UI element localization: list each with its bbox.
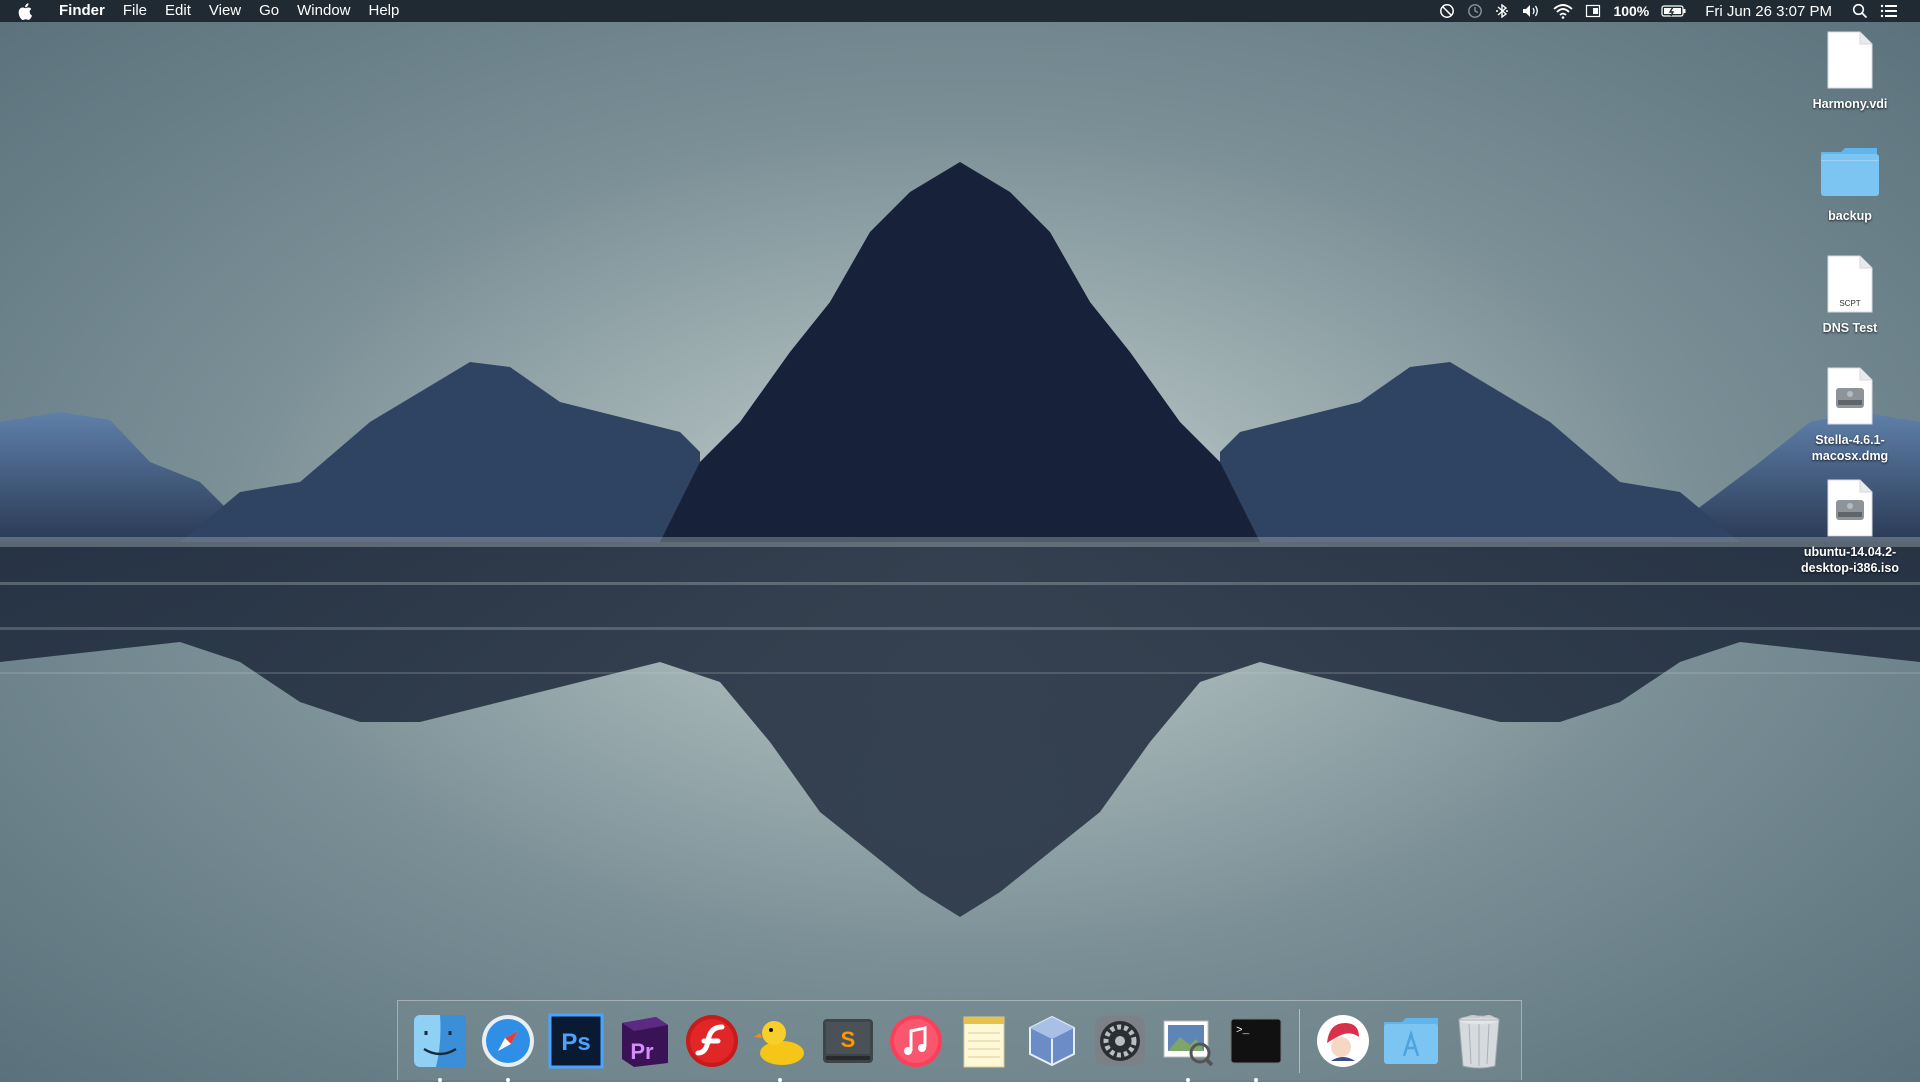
scpt-badge: SCPT xyxy=(1839,299,1860,308)
trash-icon xyxy=(1458,1014,1500,1068)
volume-icon[interactable] xyxy=(1521,3,1541,19)
svg-text:Pr: Pr xyxy=(630,1039,654,1064)
desktop-item-label: ubuntu-14.04.2-desktop-i386.iso xyxy=(1801,545,1899,575)
disk-image-icon xyxy=(1818,364,1882,428)
dock-preview[interactable] xyxy=(1158,1010,1219,1082)
menu-window[interactable]: Window xyxy=(288,0,359,22)
menu-bar: Finder File Edit View Go Window Help 100… xyxy=(0,0,1920,22)
desktop-item-label: DNS Test xyxy=(1822,321,1878,335)
virtualbox-icon xyxy=(1029,1015,1075,1066)
menu-help[interactable]: Help xyxy=(360,0,409,22)
safari-icon xyxy=(482,1014,534,1067)
itunes-icon xyxy=(890,1014,942,1067)
gear-icon xyxy=(1095,1015,1145,1066)
duck-icon xyxy=(754,1020,804,1065)
menu-clock[interactable]: Fri Jun 26 3:07 PM xyxy=(1705,3,1832,20)
svg-text:S: S xyxy=(841,1027,856,1052)
desktop-item-label: backup xyxy=(1828,209,1872,223)
flash-icon xyxy=(686,1014,738,1067)
disk-image-icon xyxy=(1818,476,1882,540)
wifi-icon[interactable] xyxy=(1553,3,1574,19)
desktop-wallpaper xyxy=(0,22,1920,1080)
dock-finder[interactable] xyxy=(410,1010,471,1082)
premiere-icon: Pr xyxy=(622,1016,668,1067)
script-document-icon: SCPT xyxy=(1818,252,1882,316)
photoshop-icon: Ps xyxy=(548,1013,604,1068)
finder-icon xyxy=(414,1014,466,1067)
notes-icon xyxy=(963,1016,1005,1067)
dock-safari[interactable] xyxy=(478,1010,539,1082)
spotlight-search-icon[interactable] xyxy=(1852,3,1868,19)
menu-view[interactable]: View xyxy=(200,0,250,22)
dock-separator xyxy=(1299,1008,1300,1073)
desktop-icons: Harmony.vdi backup SCPT DNS Test Stella-… xyxy=(1790,28,1910,588)
document-icon xyxy=(1818,28,1882,92)
dock: Ps Pr S >_ xyxy=(397,1000,1522,1082)
preview-icon xyxy=(1163,1020,1214,1066)
dock-trash[interactable] xyxy=(1448,1010,1509,1072)
bluetooth-icon[interactable] xyxy=(1495,3,1509,19)
desktop-item-backup[interactable]: backup xyxy=(1790,140,1910,252)
dock-terminal[interactable]: >_ xyxy=(1226,1010,1287,1082)
time-machine-icon[interactable] xyxy=(1467,3,1483,19)
do-not-disturb-icon[interactable] xyxy=(1439,3,1455,19)
dock-photoshop[interactable]: Ps xyxy=(546,1010,607,1072)
desktop-item-label: Stella-4.6.1-macosx.dmg xyxy=(1811,433,1889,463)
menu-go[interactable]: Go xyxy=(250,0,288,22)
desktop-item-label: Harmony.vdi xyxy=(1812,97,1888,111)
svg-text:>_: >_ xyxy=(1236,1025,1250,1037)
dock-virtualbox[interactable] xyxy=(1022,1010,1083,1072)
terminal-icon: >_ xyxy=(1230,1018,1282,1063)
dock-avatar[interactable] xyxy=(1312,1010,1373,1072)
dock-flash[interactable] xyxy=(682,1010,743,1072)
input-source-icon[interactable] xyxy=(1585,3,1601,19)
desktop-item-ubuntu-iso[interactable]: ubuntu-14.04.2-desktop-i386.iso xyxy=(1790,476,1910,588)
dock-notes[interactable] xyxy=(954,1010,1015,1072)
folder-icon xyxy=(1818,140,1882,204)
dock-system-preferences[interactable] xyxy=(1090,1010,1151,1072)
dock-applications-folder[interactable] xyxy=(1380,1010,1441,1072)
dock-cyberduck[interactable] xyxy=(750,1010,811,1082)
dock-sublime-text[interactable]: S xyxy=(818,1010,879,1072)
apple-icon[interactable] xyxy=(18,2,36,20)
svg-text:Ps: Ps xyxy=(561,1029,590,1056)
dock-itunes[interactable] xyxy=(886,1010,947,1072)
applications-folder-icon xyxy=(1383,1017,1438,1064)
avatar-icon xyxy=(1316,1014,1369,1067)
battery-percent[interactable]: 100% xyxy=(1613,3,1649,19)
menu-app-name[interactable]: Finder xyxy=(50,0,114,22)
desktop-item-dns-test[interactable]: SCPT DNS Test xyxy=(1790,252,1910,364)
menu-edit[interactable]: Edit xyxy=(156,0,200,22)
menu-file[interactable]: File xyxy=(114,0,156,22)
sublime-icon: S xyxy=(823,1018,873,1063)
battery-icon[interactable] xyxy=(1661,4,1687,18)
desktop-item-harmony-vdi[interactable]: Harmony.vdi xyxy=(1790,28,1910,140)
notification-center-icon[interactable] xyxy=(1880,3,1898,19)
dock-premiere[interactable]: Pr xyxy=(614,1010,675,1072)
desktop-item-stella-dmg[interactable]: Stella-4.6.1-macosx.dmg xyxy=(1790,364,1910,476)
